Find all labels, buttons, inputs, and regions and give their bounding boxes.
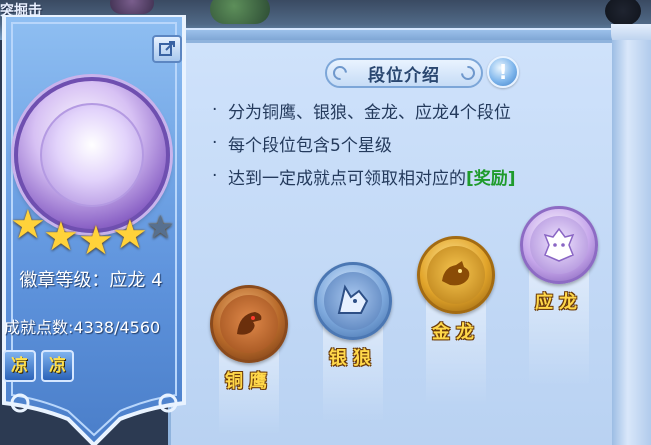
bullet-item: · 分为铜鹰、银狼、金龙、应龙4个段位 (212, 98, 511, 123)
rank-label: 铜鹰 (225, 371, 273, 392)
star-filled-icon: ★ (112, 212, 148, 258)
rank-label: 金龙 (432, 322, 480, 343)
bullet-dot: · (212, 133, 218, 153)
rank-bronze-eagle[interactable]: 铜鹰 (209, 285, 289, 435)
buff-tag[interactable]: 凉 (41, 350, 74, 382)
rank-ying-dragon[interactable]: 应龙 (519, 206, 599, 386)
bullet-text: 分为铜鹰、银狼、金龙、应龙4个段位 (228, 102, 511, 123)
reward-link[interactable]: [奖励] (466, 164, 516, 189)
bullet-text: 达到一定成就点可领取相对应的 (228, 168, 466, 189)
wolf-icon (314, 262, 392, 340)
ying-dragon-badge-icon (40, 103, 144, 207)
star-rating: ★ ★ ★ ★ ★ (10, 205, 180, 265)
share-button[interactable] (152, 35, 182, 63)
panel-right-edge (612, 40, 651, 445)
star-filled-icon: ★ (78, 218, 114, 264)
ying-dragon-icon (520, 206, 598, 284)
dragon-face-icon (543, 227, 575, 262)
gold-dragon-icon (417, 236, 495, 314)
info-button[interactable]: ! (487, 56, 519, 88)
swirl-ornament-icon (458, 63, 478, 83)
star-filled-icon: ★ (10, 202, 46, 248)
eagle-head-icon (237, 312, 262, 335)
bullet-item: · 达到一定成就点可领取相对应的 [奖励] (212, 164, 516, 189)
wolf-head-icon (337, 284, 369, 314)
rank-silver-wolf[interactable]: 银狼 (313, 262, 393, 422)
bullet-dot: · (212, 166, 218, 186)
emblem-inner (427, 246, 485, 304)
bullet-dot: · (212, 100, 218, 120)
eagle-icon (210, 285, 288, 363)
emblem-inner (324, 272, 382, 330)
bullet-text: 每个段位包含5个星级 (228, 135, 392, 156)
rank-label: 应龙 (535, 292, 583, 313)
scene-decoration (210, 0, 270, 24)
rank-label: 银狼 (329, 348, 377, 369)
panel-title-text: 段位介绍 (368, 65, 440, 86)
achievement-points-text: 成就点数:4338/4560 (4, 318, 161, 337)
scene-decoration (110, 0, 154, 14)
exclamation-icon: ! (498, 60, 508, 84)
rank-gold-dragon[interactable]: 金龙 (416, 236, 496, 406)
emblem-inner (220, 295, 278, 353)
bullet-item: · 每个段位包含5个星级 (212, 131, 392, 156)
buff-tag[interactable]: 凉 (3, 350, 36, 382)
emblem-inner (530, 216, 588, 274)
scene-decoration (605, 0, 641, 26)
badge-level-text: 徽章等级：应龙 4 (19, 270, 163, 291)
panel-title: 段位介绍 (325, 58, 483, 88)
dragon-head-icon (442, 261, 470, 286)
star-filled-icon: ★ (43, 214, 79, 260)
star-empty-icon: ★ (146, 208, 175, 246)
external-link-icon (159, 41, 175, 56)
swirl-ornament-icon (330, 63, 350, 83)
